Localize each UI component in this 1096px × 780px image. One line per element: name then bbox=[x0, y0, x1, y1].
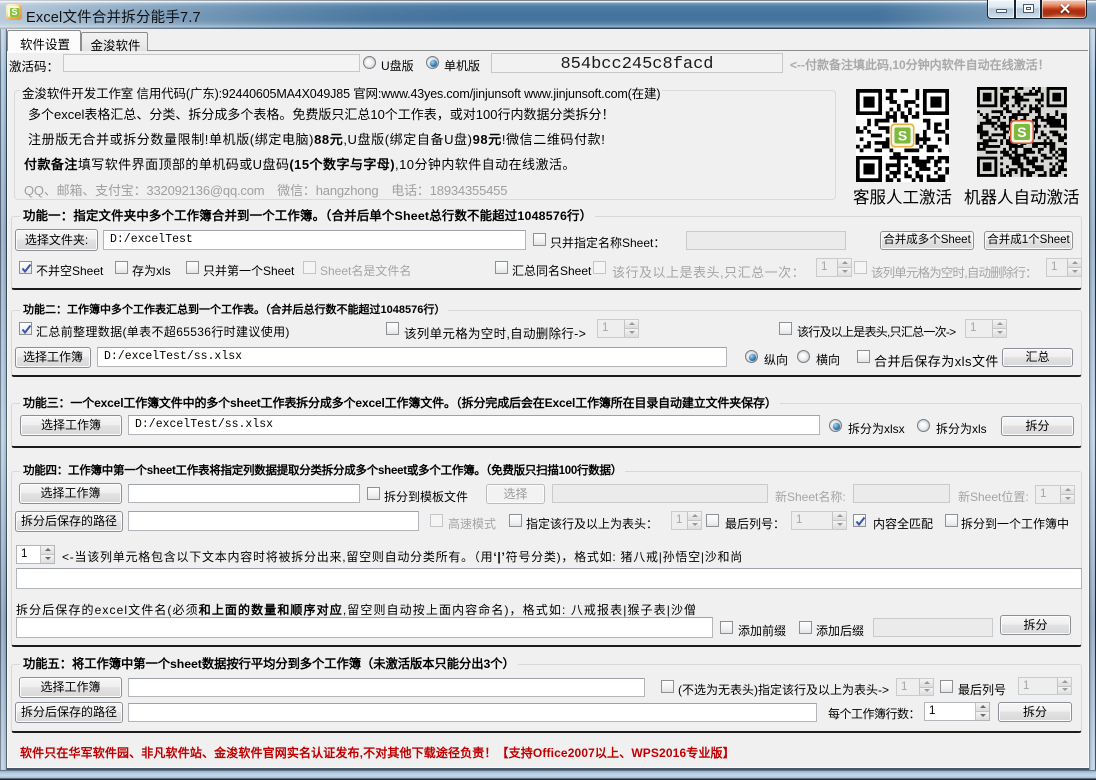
svg-text:S: S bbox=[1017, 124, 1026, 140]
svg-text:S: S bbox=[898, 128, 907, 144]
